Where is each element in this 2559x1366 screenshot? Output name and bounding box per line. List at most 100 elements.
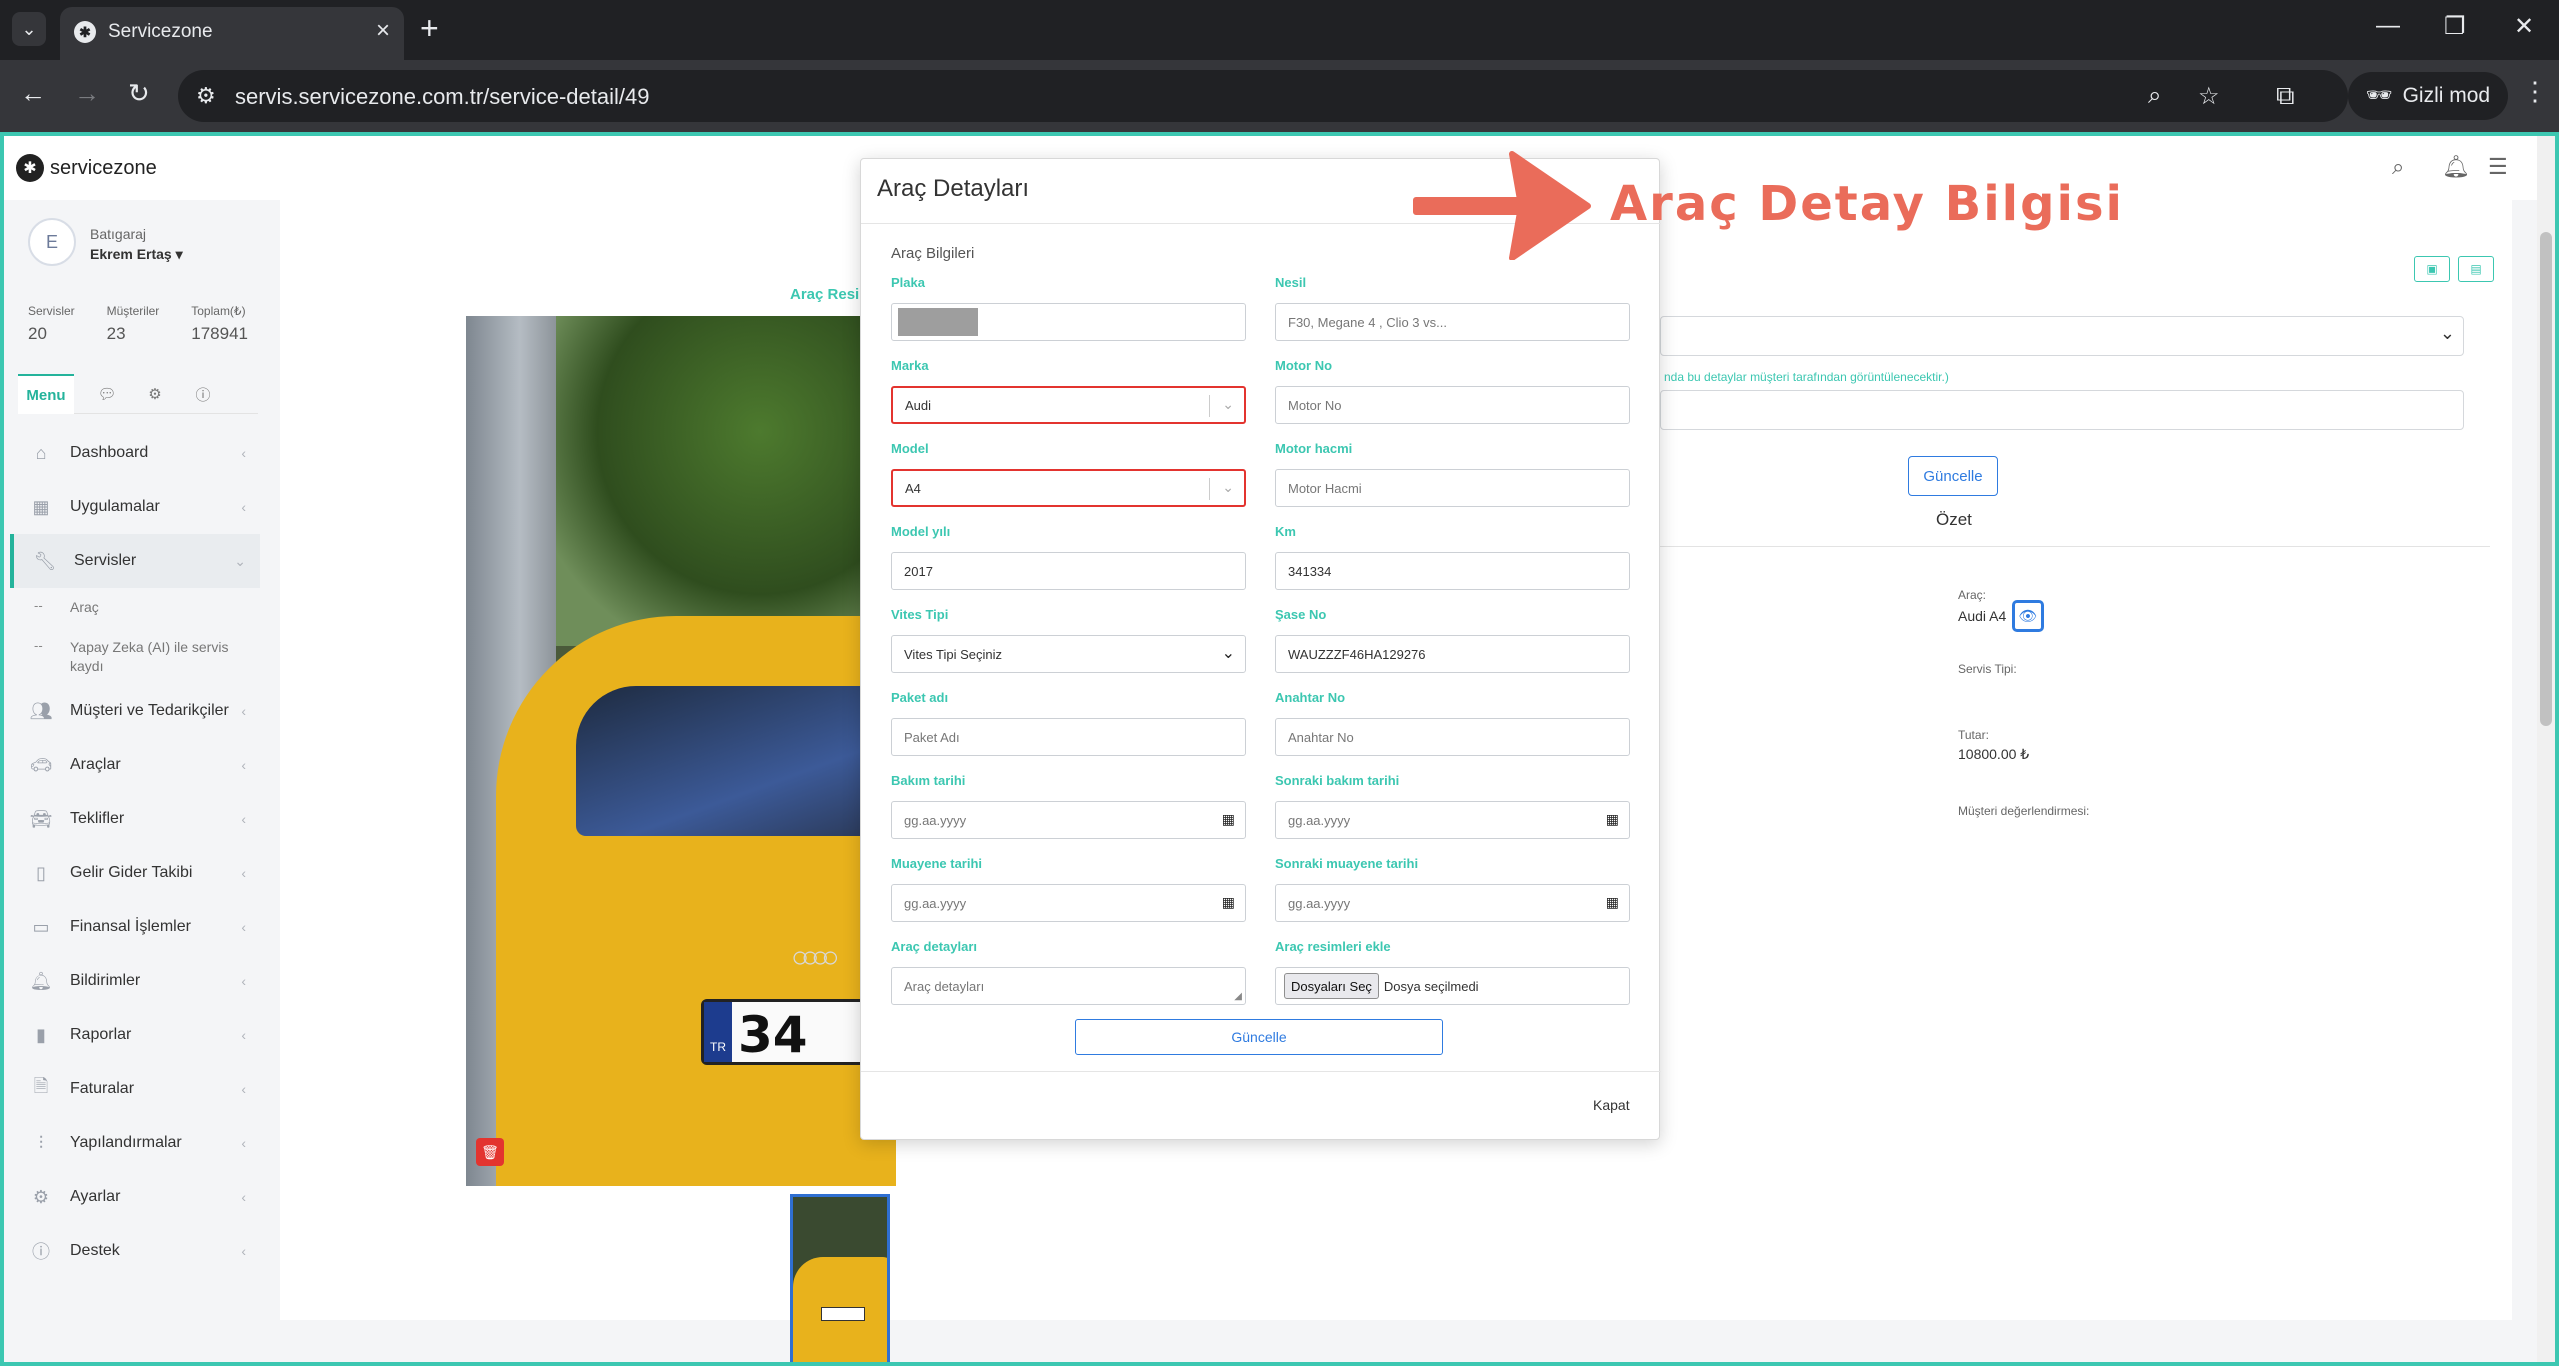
choose-files-button[interactable]: Dosyaları Seç [1284, 973, 1379, 999]
gear-icon[interactable]: ⚙ [140, 374, 170, 414]
resize-grip-icon[interactable]: ◢ [1234, 991, 1242, 1002]
motor-hacmi-input[interactable]: Motor Hacmi [1275, 469, 1630, 507]
vehicle-photo[interactable]: ○○○○ TR 34 🗑︎ [466, 316, 896, 1186]
zoom-icon[interactable]: ⌕ [2148, 82, 2161, 110]
muayene-date-input[interactable]: gg.aa.yyyy ▦ [891, 884, 1246, 922]
stat-label: Toplam(₺) [191, 304, 246, 318]
vites-select[interactable]: Vites Tipi Seçiniz ⌄ [891, 635, 1246, 673]
forward-icon[interactable]: → [74, 78, 100, 109]
restore-icon[interactable]: ❐ [2444, 12, 2466, 41]
sidebar-item-label: Teklifler [70, 810, 125, 827]
status-select[interactable]: ⌄ [1660, 316, 2464, 356]
marka-value: Audi [905, 397, 932, 413]
model-select[interactable]: A4 ⌄ [891, 469, 1246, 507]
incognito-badge[interactable]: 🕶 Gizli mod [2348, 72, 2508, 120]
action-button-2[interactable]: ▤ [2458, 256, 2494, 282]
tab-search-button[interactable]: ⌄ [12, 12, 46, 46]
app-logo[interactable]: ✱ servicezone [16, 154, 157, 182]
amount-label: Tutar: [1958, 728, 1989, 742]
vites-label: Vites Tipi [891, 607, 949, 622]
stat-value: 20 [28, 324, 47, 343]
action-button-1[interactable]: ▣ [2414, 256, 2450, 282]
sonraki-bakim-date-input[interactable]: gg.aa.yyyy ▦ [1275, 801, 1630, 839]
sidebar-subitem-arac[interactable]: -- Araç [10, 588, 260, 628]
sidebar-item-faturalar[interactable]: 🗎︎ Faturalar ‹ [10, 1062, 260, 1116]
model-value: A4 [905, 480, 921, 496]
search-icon[interactable]: ⌕ [2392, 154, 2404, 180]
motor-no-label: Motor No [1275, 358, 1333, 373]
select-separator [1209, 395, 1210, 417]
sidebar-item-ayarlar[interactable]: ⚙ Ayarlar ‹ [10, 1170, 260, 1224]
delete-photo-button[interactable]: 🗑︎ [476, 1138, 504, 1166]
sidebar-item-raporlar[interactable]: ▮ Raporlar ‹ [10, 1008, 260, 1062]
chevron-down-icon: ⌄ [1221, 645, 1235, 662]
logo-text: servicezone [50, 156, 157, 179]
sidebar-item-teklifler[interactable]: 🚘︎ Teklifler ‹ [10, 792, 260, 846]
chevron-down-icon: ⌄ [2439, 323, 2455, 343]
notes-textarea[interactable] [1660, 390, 2464, 430]
extensions-icon[interactable]: ⧉ [2276, 80, 2295, 112]
plaka-input[interactable] [891, 303, 1246, 341]
sidebar-item-uygulamalar[interactable]: ▦ Uygulamalar ‹ [10, 480, 260, 534]
sidebar-subitem-ai[interactable]: -- Yapay Zeka (AI) ile servis kaydı [10, 628, 260, 684]
sidebar-item-musteri[interactable]: 👥︎ Müşteri ve Tedarikçiler ‹ [10, 684, 260, 738]
motor-no-input[interactable]: Motor No [1275, 386, 1630, 424]
tab-menu[interactable]: Menu [18, 374, 74, 414]
close-window-icon[interactable]: ✕ [2514, 12, 2534, 41]
photo-thumbnail[interactable] [790, 1194, 890, 1362]
calendar-icon[interactable]: ▦ [1606, 894, 1619, 911]
km-input[interactable]: 341334 [1275, 552, 1630, 590]
car-offer-icon: 🚘︎ [29, 808, 53, 829]
view-vehicle-button[interactable]: 👁︎ [2012, 600, 2044, 632]
anahtar-input[interactable]: Anahtar No [1275, 718, 1630, 756]
paket-input[interactable]: Paket Adı [891, 718, 1246, 756]
help-icon[interactable]: ⓘ [188, 374, 218, 414]
chat-icon[interactable]: 💬︎ [92, 374, 122, 414]
modal-update-button[interactable]: Güncelle [1075, 1019, 1443, 1055]
sase-input[interactable]: WAUZZZF46HA129276 [1275, 635, 1630, 673]
minimize-icon[interactable]: — [2376, 12, 2400, 40]
detay-textarea[interactable]: Araç detayları ◢ [891, 967, 1246, 1005]
update-button[interactable]: Güncelle [1908, 456, 1998, 496]
browser-tab[interactable]: ✱ Servicezone × [60, 7, 404, 60]
model-label: Model [891, 441, 929, 456]
stat-label: Müşteriler [106, 304, 160, 318]
gear-icon: ⚙ [32, 1186, 50, 1207]
bookmark-star-icon[interactable]: ☆ [2198, 82, 2220, 111]
bakim-date-input[interactable]: gg.aa.yyyy ▦ [891, 801, 1246, 839]
sonraki-muayene-date-input[interactable]: gg.aa.yyyy ▦ [1275, 884, 1630, 922]
sidebar-item-dashboard[interactable]: ⌂ Dashboard ‹ [10, 426, 260, 480]
trash-icon: 🗑︎ [481, 1143, 499, 1160]
sidebar-item-gelir-gider[interactable]: ▯ Gelir Gider Takibi ‹ [10, 846, 260, 900]
list-menu-icon[interactable]: ☰ [2488, 154, 2508, 180]
file-input[interactable]: Dosyaları Seç Dosya seçilmedi [1275, 967, 1630, 1005]
reload-icon[interactable]: ↻ [128, 78, 150, 109]
bell-icon: 🔔︎ [29, 970, 53, 991]
sidebar-item-yapilandirmalar[interactable]: ⫶ Yapılandırmalar ‹ [10, 1116, 260, 1170]
modal-close-button[interactable]: Kapat [1593, 1097, 1630, 1113]
sidebar-item-destek[interactable]: ⓘ Destek ‹ [10, 1224, 260, 1278]
page-scrollbar[interactable] [2537, 136, 2555, 1362]
site-info-icon[interactable]: ⚙ [196, 83, 216, 109]
sidebar-item-servisler[interactable]: 🔧︎ Servisler ⌄ [10, 534, 260, 588]
calendar-icon[interactable]: ▦ [1222, 894, 1235, 911]
scrollbar-thumb[interactable] [2540, 232, 2552, 726]
browser-menu-icon[interactable]: ⋮ [2522, 76, 2548, 107]
close-tab-icon[interactable]: × [376, 17, 390, 45]
address-bar[interactable]: ⚙ servis.servicezone.com.tr/service-deta… [178, 70, 2348, 122]
sase-label: Şase No [1275, 607, 1327, 622]
bell-icon[interactable]: 🔔︎ [2442, 154, 2470, 180]
nesil-input[interactable]: F30, Megane 4 , Clio 3 vs... [1275, 303, 1630, 341]
sidebar-item-araclar[interactable]: 🚗︎ Araçlar ‹ [10, 738, 260, 792]
new-tab-button[interactable]: + [420, 10, 439, 47]
avatar[interactable]: E [28, 218, 76, 266]
sidebar-item-bildirimler[interactable]: 🔔︎ Bildirimler ‹ [10, 954, 260, 1008]
calendar-icon[interactable]: ▦ [1606, 811, 1619, 828]
sidebar-item-label: Finansal İşlemler [70, 918, 191, 935]
model-yili-input[interactable]: 2017 [891, 552, 1246, 590]
marka-select[interactable]: Audi ⌄ [891, 386, 1246, 424]
back-icon[interactable]: ← [20, 78, 46, 109]
user-name-dropdown[interactable]: Ekrem Ertaş ▾ [90, 246, 183, 263]
calendar-icon[interactable]: ▦ [1222, 811, 1235, 828]
sidebar-item-finansal[interactable]: ▭ Finansal İşlemler ‹ [10, 900, 260, 954]
